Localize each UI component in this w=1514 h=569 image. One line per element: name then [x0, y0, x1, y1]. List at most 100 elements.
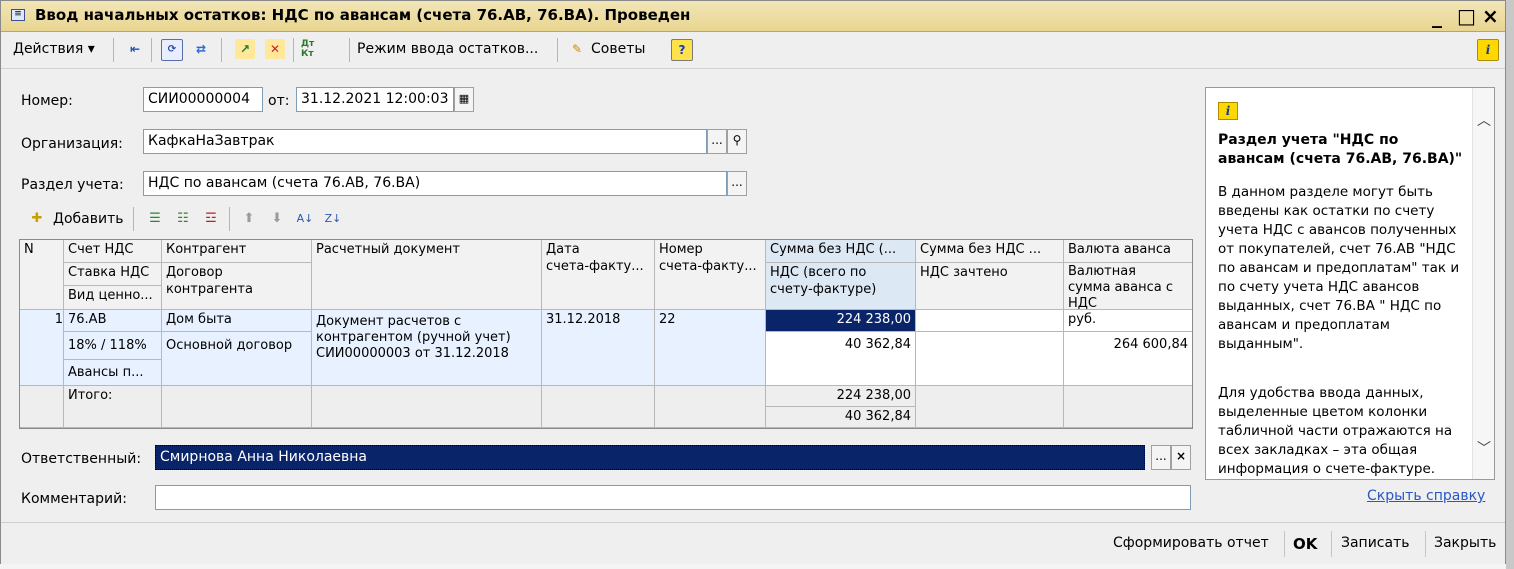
header-text: Валютная	[1068, 264, 1136, 279]
back-arrow-icon[interactable]: ⇤	[125, 39, 145, 59]
hide-help-link[interactable]: Скрыть справку	[1367, 488, 1485, 504]
column-header-value-type[interactable]: Вид ценно...	[64, 286, 162, 310]
organization-select-button[interactable]: ...	[707, 129, 727, 154]
responsible-label: Ответственный:	[21, 451, 142, 467]
cell-invoice-date[interactable]: 31.12.2018	[542, 310, 655, 386]
column-header-settlement-doc[interactable]: Расчетный документ	[312, 240, 542, 310]
toolbar-separator	[221, 38, 222, 62]
cell-vat-offset[interactable]	[916, 332, 1064, 386]
total-cell-empty	[312, 386, 542, 428]
column-header-vat-total[interactable]: НДС (всего по счету-фактуре)	[766, 263, 916, 310]
cell-rate[interactable]: 18% / 118%	[64, 332, 162, 360]
comment-field[interactable]	[155, 485, 1191, 510]
scroll-thumb[interactable]	[1476, 140, 1490, 430]
column-header-n[interactable]: N	[20, 240, 64, 310]
cell-value-type[interactable]: Авансы п...	[64, 360, 162, 386]
sort-descending-icon[interactable]: Z↓	[323, 209, 343, 229]
column-header-sum-no-vat[interactable]: Сумма без НДС (...	[766, 240, 916, 263]
help-title: Раздел учета "НДС по авансам (счета 76.А…	[1218, 132, 1463, 167]
toolbar-separator	[133, 207, 134, 231]
column-header-number[interactable]: Номер счета-факту...	[655, 240, 766, 310]
calendar-refresh-icon[interactable]: ⟳	[161, 39, 183, 61]
organization-field[interactable]: КафкаНаЗавтрак	[143, 129, 707, 154]
column-header-currency-sum[interactable]: Валютная сумма аванса с НДС	[1064, 263, 1192, 310]
post-document-icon[interactable]: ↗	[235, 39, 255, 59]
number-field[interactable]: СИИ00000004	[143, 87, 263, 112]
footer-separator	[1331, 531, 1332, 557]
column-header-date[interactable]: Дата счета-факту...	[542, 240, 655, 310]
column-header-adv-currency[interactable]: Валюта аванса	[1064, 240, 1192, 263]
search-icon[interactable]: ⚲	[727, 129, 747, 154]
organization-label: Организация:	[21, 136, 123, 152]
date-field[interactable]: 31.12.2021 12:00:03	[296, 87, 454, 112]
copy-row-icon[interactable]: ☰	[145, 209, 165, 229]
toolbar-separator	[151, 38, 152, 62]
scroll-down-icon[interactable]: ﹀	[1477, 438, 1491, 458]
dt-kt-icon[interactable]: Дт Кт	[301, 39, 321, 59]
sort-ascending-icon[interactable]: A↓	[295, 209, 315, 229]
scroll-up-icon[interactable]: ︿	[1477, 110, 1491, 130]
add-row-button[interactable]: Добавить	[53, 211, 123, 227]
total-label: Итого:	[64, 386, 162, 428]
title-bar: ≡ Ввод начальных остатков: НДС по аванса…	[1, 1, 1505, 32]
input-mode-button[interactable]: Режим ввода остатков...	[357, 41, 538, 57]
window-icon: ≡	[11, 9, 25, 21]
header-text: Договор	[166, 265, 223, 280]
move-down-icon[interactable]: ⬇	[267, 209, 287, 229]
cell-text: контрагентом (ручной учет)	[316, 330, 511, 345]
info-icon: i	[1218, 102, 1238, 120]
delete-row-icon[interactable]: ☲	[201, 209, 221, 229]
header-text: Номер	[659, 242, 703, 257]
cell-contract[interactable]: Основной договор	[162, 332, 312, 386]
cell-text: СИИ00000003 от 31.12.2018	[316, 346, 509, 361]
save-button[interactable]: Записать	[1341, 535, 1410, 551]
cell-text: Документ расчетов с	[316, 314, 462, 329]
maximize-button[interactable]: □	[1457, 4, 1476, 28]
column-header-account[interactable]: Счет НДС	[64, 240, 162, 263]
move-up-icon[interactable]: ⬆	[239, 209, 259, 229]
responsible-clear-button[interactable]: ×	[1171, 445, 1191, 470]
generate-report-button[interactable]: Сформировать отчет	[1113, 535, 1269, 551]
unpost-document-icon[interactable]: ✕	[265, 39, 285, 59]
ok-button[interactable]: OK	[1293, 535, 1317, 553]
cell-account[interactable]: 76.АВ	[64, 310, 162, 332]
column-header-vat-offset[interactable]: НДС зачтено	[916, 263, 1064, 310]
responsible-select-button[interactable]: ...	[1151, 445, 1171, 470]
cell-adv-currency[interactable]: руб.	[1064, 310, 1192, 332]
section-label: Раздел учета:	[21, 177, 124, 193]
header-text: счета-факту...	[659, 259, 757, 274]
close-window-button[interactable]: ×	[1482, 4, 1499, 28]
responsible-field[interactable]: Смирнова Анна Николаевна	[155, 445, 1145, 470]
tips-button[interactable]: Советы	[591, 41, 645, 57]
edit-row-icon[interactable]: ☷	[173, 209, 193, 229]
header-text: счета-факту...	[546, 259, 644, 274]
total-cell-empty	[1064, 386, 1192, 428]
help-scrollbar[interactable]: ︿ ﹀	[1472, 88, 1494, 479]
cell-settlement-doc[interactable]: Документ расчетов с контрагентом (ручной…	[312, 310, 542, 386]
cell-counterparty[interactable]: Дом быта	[162, 310, 312, 332]
toolbar-separator	[557, 38, 558, 62]
cell-sum-no-vat[interactable]: 224 238,00	[766, 310, 916, 332]
total-cell-empty	[655, 386, 766, 428]
column-header-counterparty[interactable]: Контрагент	[162, 240, 312, 263]
header-text: НДС (всего по	[770, 265, 867, 280]
toolbar-separator	[349, 38, 350, 62]
section-select-button[interactable]: ...	[727, 171, 747, 196]
column-header-sum-offset[interactable]: Сумма без НДС ...	[916, 240, 1064, 263]
cell-invoice-number[interactable]: 22	[655, 310, 766, 386]
actions-menu[interactable]: Действия ▾	[13, 41, 95, 57]
close-button[interactable]: Закрыть	[1434, 535, 1496, 551]
help-button[interactable]: ?	[671, 39, 693, 61]
section-field[interactable]: НДС по авансам (счета 76.АВ, 76.ВА)	[143, 171, 727, 196]
cell-vat-total[interactable]: 40 362,84	[766, 332, 916, 386]
cell-row-number[interactable]: 1	[20, 310, 64, 386]
column-header-rate[interactable]: Ставка НДС	[64, 263, 162, 286]
cell-currency-sum[interactable]: 264 600,84	[1064, 332, 1192, 386]
column-header-contract[interactable]: Договор контрагента	[162, 263, 312, 310]
calendar-icon[interactable]: ▦	[454, 87, 474, 112]
cell-sum-offset[interactable]	[916, 310, 1064, 332]
minimize-button[interactable]: _	[1432, 4, 1442, 28]
info-icon[interactable]: i	[1477, 39, 1499, 61]
exchange-icon[interactable]: ⇄	[191, 39, 211, 59]
add-row-icon: ✚	[31, 211, 43, 226]
